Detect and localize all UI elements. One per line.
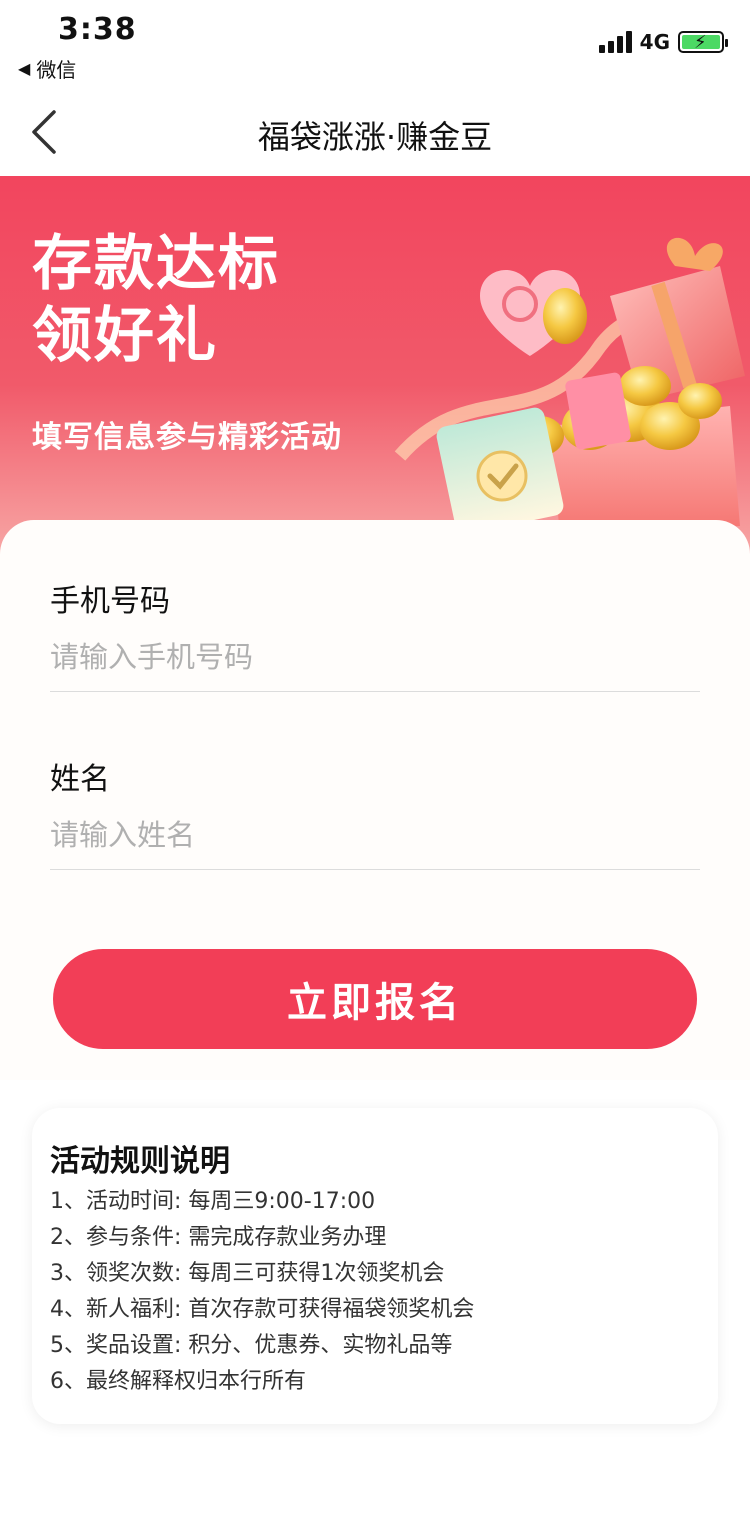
- rules-list: 1、活动时间: 每周三9:00-17:00 2、参与条件: 需完成存款业务办理 …: [50, 1184, 474, 1400]
- page-title: 福袋涨涨·赚金豆: [257, 118, 493, 156]
- rule-item: 5、奖品设置: 积分、优惠券、实物礼品等: [50, 1333, 453, 1358]
- phone-input[interactable]: [50, 628, 700, 692]
- gift-box-illustration: [394, 237, 745, 536]
- rule-item: 2、参与条件: 需完成存款业务办理: [50, 1225, 387, 1250]
- network-type: 4G: [639, 30, 670, 54]
- status-time: 3:38: [58, 12, 137, 47]
- rule-item: 3、领奖次数: 每周三可获得1次领奖机会: [50, 1261, 445, 1286]
- status-bar: 3:38 ◀ 微信 4G ⚡: [0, 0, 750, 92]
- rules-card: 活动规则说明 1、活动时间: 每周三9:00-17:00 2、参与条件: 需完成…: [32, 1108, 718, 1424]
- status-indicators: 4G ⚡: [598, 30, 728, 54]
- name-input[interactable]: [50, 806, 700, 870]
- banner-title: 存款达标 领好礼: [32, 228, 280, 372]
- banner-title-line2: 领好礼: [32, 301, 218, 371]
- back-triangle-icon: ◀: [18, 59, 31, 78]
- rule-item: 6、最终解释权归本行所有: [50, 1369, 306, 1394]
- back-app-label: 微信: [36, 58, 77, 82]
- rules-title: 活动规则说明: [50, 1144, 230, 1179]
- phone-label: 手机号码: [50, 584, 170, 619]
- banner-subtitle: 填写信息参与精彩活动: [32, 420, 342, 455]
- submit-signup-button[interactable]: 立即报名: [53, 949, 697, 1049]
- signal-strength-icon: [598, 31, 632, 53]
- navigation-bar: 福袋涨涨·赚金豆: [0, 92, 750, 176]
- name-label: 姓名: [50, 762, 110, 797]
- battery-charging-icon: ⚡: [678, 31, 728, 53]
- back-to-app-link[interactable]: ◀ 微信: [18, 54, 76, 83]
- rule-item: 4、新人福利: 首次存款可获得福袋领奖机会: [50, 1297, 475, 1322]
- rule-item: 1、活动时间: 每周三9:00-17:00: [50, 1189, 376, 1214]
- banner-title-line1: 存款达标: [32, 229, 280, 299]
